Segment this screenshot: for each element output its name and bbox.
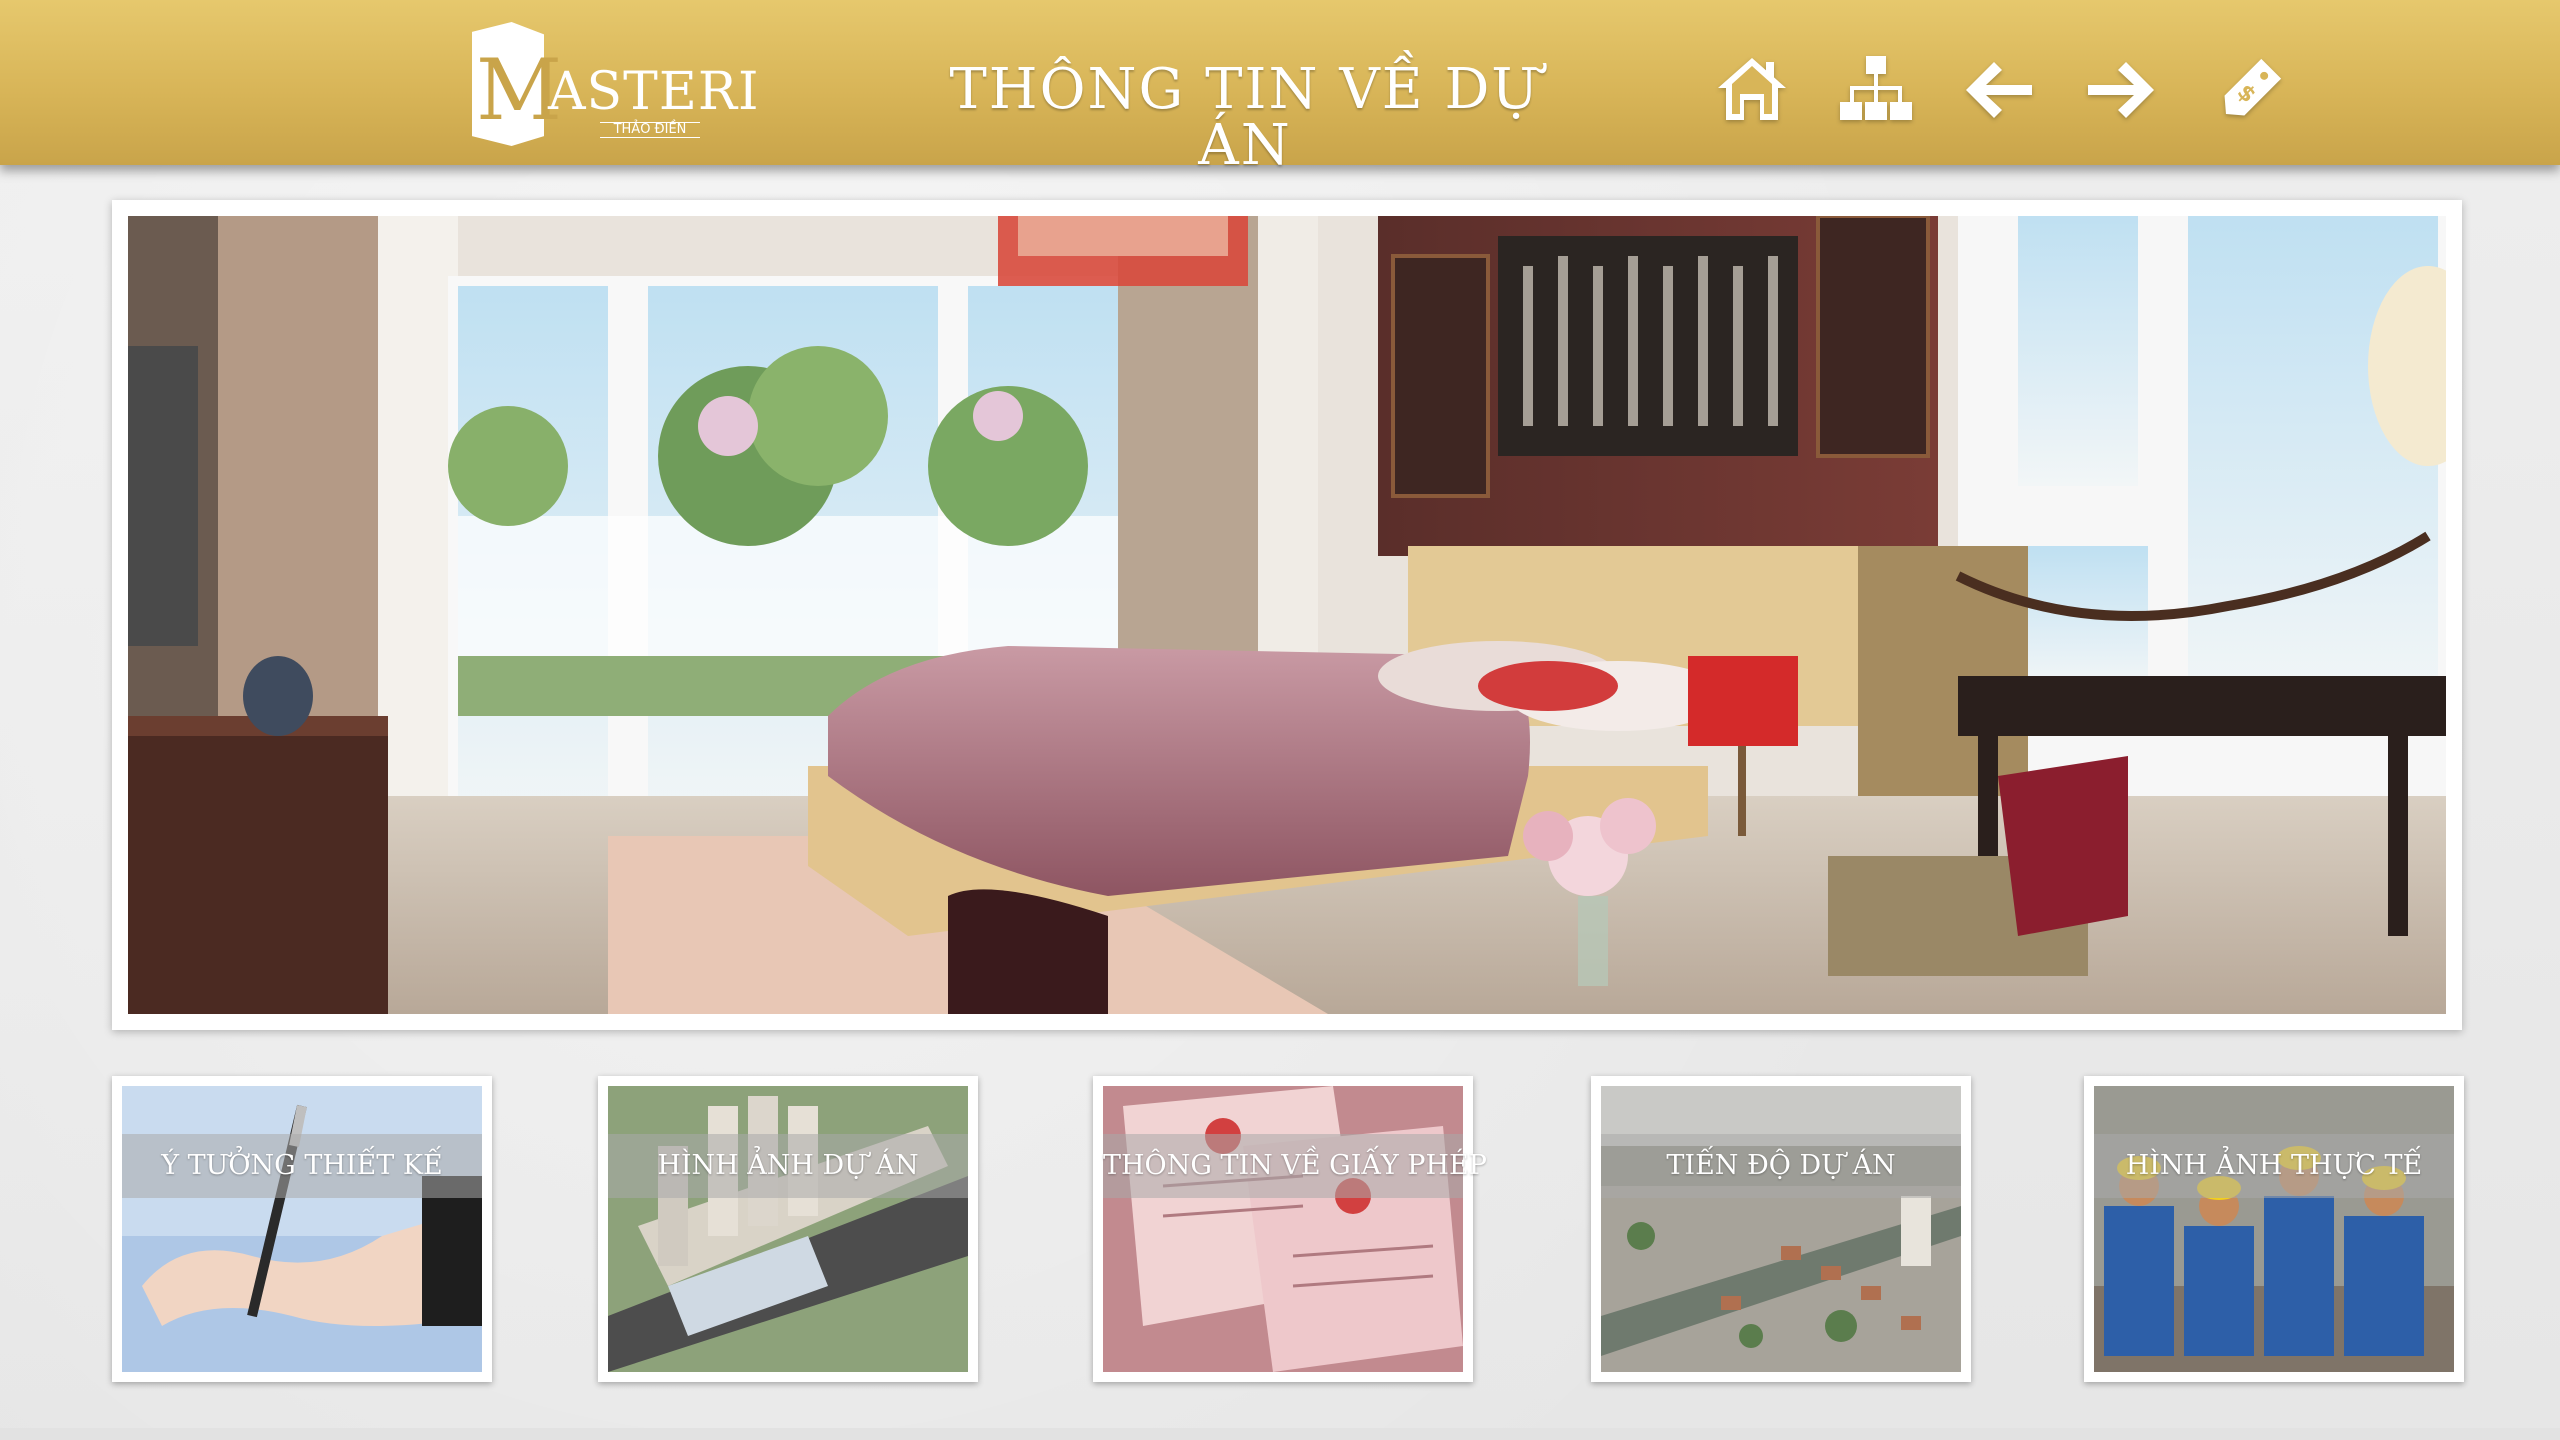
- hero-frame: [112, 200, 2462, 1030]
- tile-image: [608, 1086, 968, 1372]
- masteri-logo[interactable]: M ASTERI THẢO ĐIỀN: [472, 18, 759, 148]
- tile-image: [1601, 1086, 1961, 1372]
- tile-label: HÌNH ẢNH THỰC TẾ: [2094, 1134, 2454, 1198]
- tile-label: TIẾN ĐỘ DỰ ÁN: [1601, 1134, 1961, 1198]
- logo-subtitle: THẢO ĐIỀN: [600, 122, 700, 138]
- tile-label: HÌNH ẢNH DỰ ÁN: [608, 1134, 968, 1198]
- bottom-strip: [0, 1428, 2560, 1440]
- tile-image: [2094, 1086, 2454, 1372]
- home-icon[interactable]: [1712, 50, 1792, 130]
- tile-image: [122, 1086, 482, 1372]
- arrow-right-icon[interactable]: [2082, 50, 2162, 130]
- tile-image: [1103, 1086, 1463, 1372]
- sitemap-icon[interactable]: [1836, 50, 1916, 130]
- tile-label: THÔNG TIN VỀ GIẤY PHÉP: [1103, 1134, 1487, 1198]
- logo-name: ASTERI: [548, 62, 760, 122]
- header-bar: M ASTERI THẢO ĐIỀN THÔNG TIN VỀ DỰ ÁN $: [0, 0, 2560, 174]
- tile-label: Ý TƯỞNG THIẾT KẾ: [122, 1134, 482, 1198]
- tile-actual-images[interactable]: HÌNH ẢNH THỰC TẾ: [2084, 1076, 2464, 1382]
- page-title: THÔNG TIN VỀ DỰ ÁN: [949, 57, 1541, 178]
- tile-project-progress[interactable]: TIẾN ĐỘ DỰ ÁN: [1591, 1076, 1971, 1382]
- tile-design-idea[interactable]: Ý TƯỞNG THIẾT KẾ: [112, 1076, 492, 1382]
- tile-license-info[interactable]: THÔNG TIN VỀ GIẤY PHÉP: [1093, 1076, 1487, 1382]
- tile-project-images[interactable]: HÌNH ẢNH DỰ ÁN: [598, 1076, 978, 1382]
- price-tag-icon[interactable]: $: [2210, 50, 2290, 130]
- arrow-left-icon[interactable]: [1958, 50, 2038, 130]
- hero-image[interactable]: [128, 216, 2446, 1014]
